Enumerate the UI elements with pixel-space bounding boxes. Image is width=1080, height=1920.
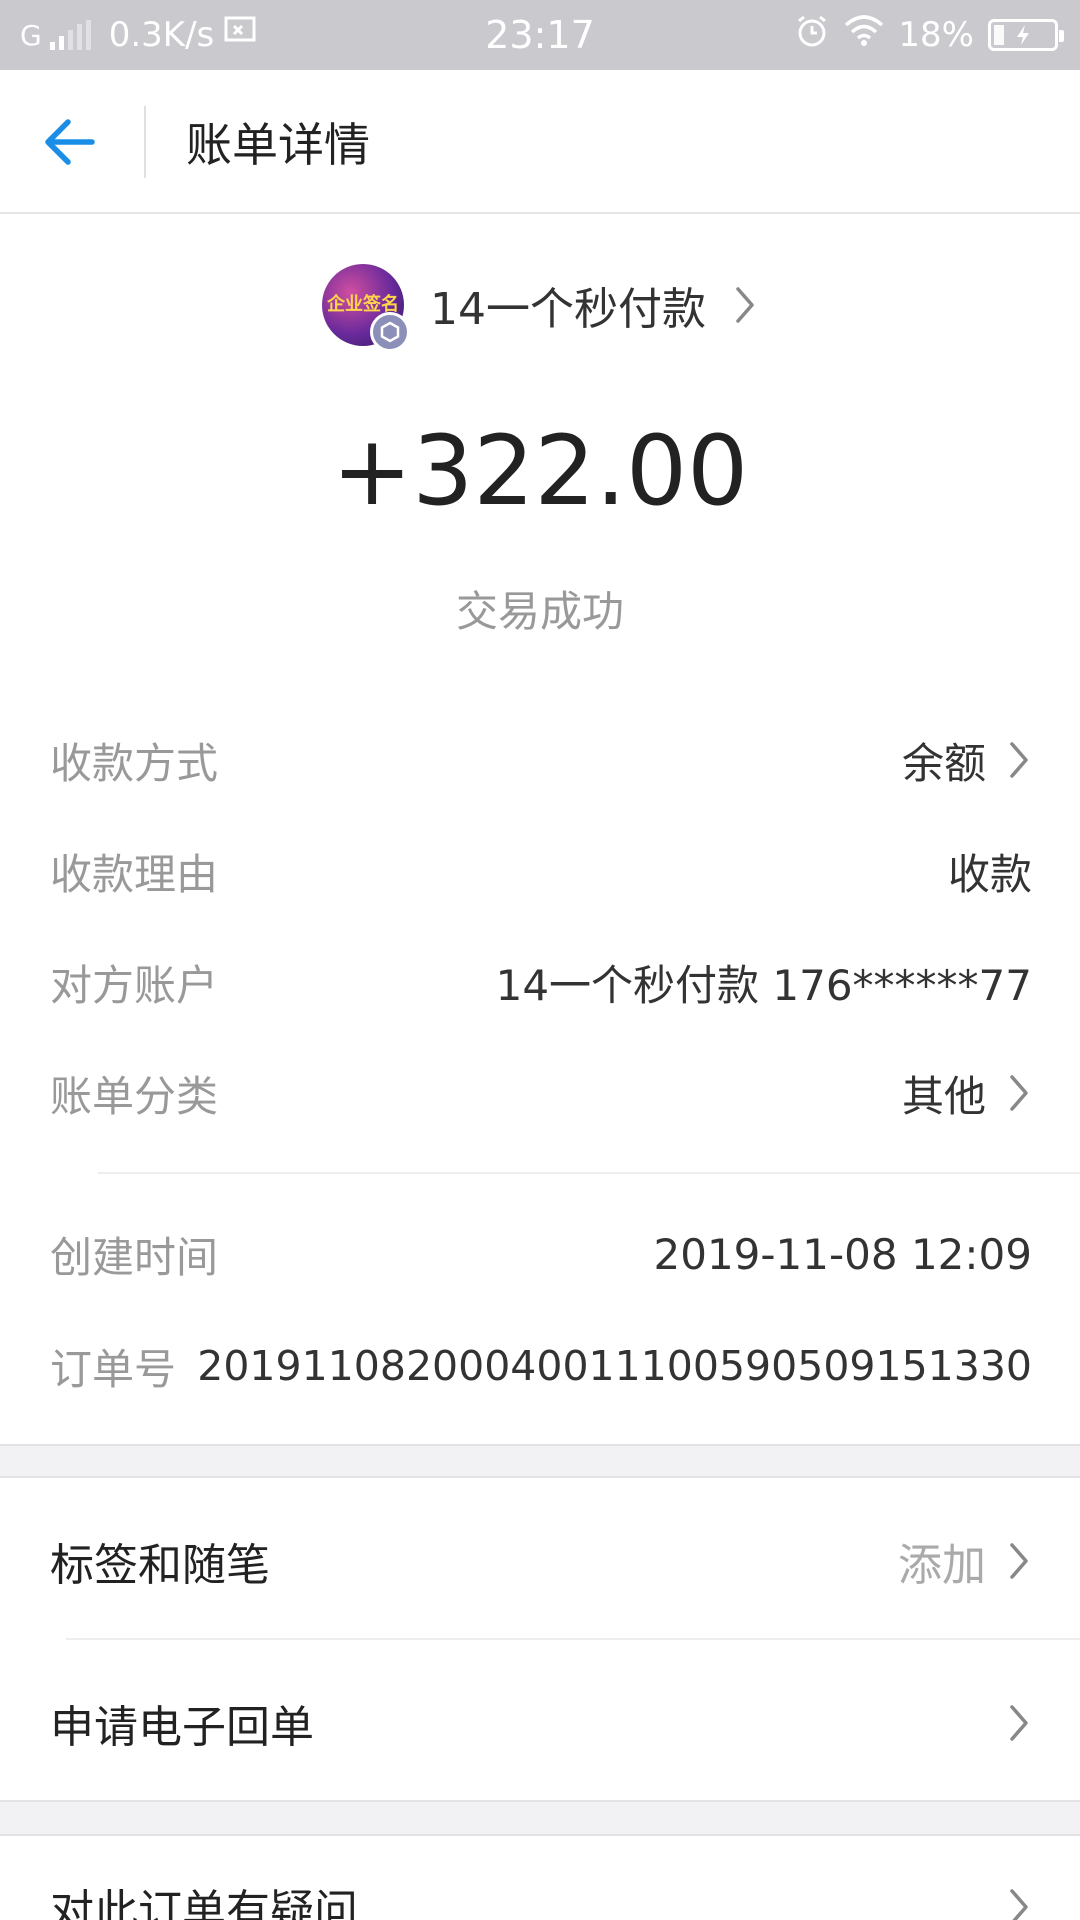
merchant-badge-icon	[370, 312, 410, 352]
battery-icon	[988, 19, 1064, 51]
order-number-value: 20191108200040011100590509151330	[197, 1342, 1032, 1390]
chevron-right-icon	[1006, 1701, 1032, 1745]
detail-row-order-number: 订单号 20191108200040011100590509151330	[50, 1336, 1032, 1396]
page-title: 账单详情	[186, 118, 370, 172]
chevron-right-icon	[732, 283, 758, 327]
avatar: 企业签名	[322, 264, 410, 352]
detail-row-payment-method[interactable]: 收款方式 余额	[50, 730, 1032, 790]
row-label: 账单分类	[50, 1071, 219, 1121]
divider	[98, 1172, 1080, 1174]
header-divider	[144, 106, 146, 178]
detail-row-category[interactable]: 账单分类 其他	[50, 1063, 1032, 1123]
row-value: 其他	[902, 1063, 1032, 1124]
reason-value: 收款	[947, 849, 1032, 899]
header: 账单详情	[0, 70, 1080, 214]
detail-row-counterparty: 对方账户 14一个秒付款 176******77	[50, 952, 1032, 1012]
tags-notes-action: 添加	[898, 1529, 1032, 1593]
chevron-right-icon	[1006, 1539, 1032, 1583]
transaction-status: 交易成功	[455, 587, 624, 636]
back-arrow-icon	[45, 119, 95, 165]
created-time-value: 2019-11-08 12:09	[653, 1229, 1032, 1279]
status-right: 18%	[794, 0, 1064, 70]
tags-notes-label: 标签和随笔	[50, 1540, 270, 1591]
add-tag-text: 添加	[898, 1540, 986, 1591]
row-label: 收款理由	[50, 849, 219, 899]
status-bar: G 0.3K/s 23:17 18%	[0, 0, 1080, 70]
row-value: 余额	[902, 730, 1032, 791]
detail-row-created-time: 创建时间 2019-11-08 12:09	[50, 1224, 1032, 1284]
battery-percent: 18%	[898, 15, 974, 55]
row-label: 创建时间	[50, 1232, 219, 1282]
e-receipt-label: 申请电子回单	[50, 1702, 314, 1753]
payee-link[interactable]: 企业签名 14一个秒付款	[0, 262, 1080, 352]
alarm-icon	[794, 13, 830, 58]
payment-method-value: 余额	[901, 738, 986, 788]
counterparty-value: 14一个秒付款 176******77	[495, 960, 1032, 1010]
wifi-icon	[844, 14, 884, 56]
chevron-right-icon	[1006, 1885, 1032, 1920]
section-gap	[0, 1444, 1080, 1478]
divider	[66, 1638, 1080, 1640]
e-receipt-row[interactable]: 申请电子回单	[50, 1678, 1032, 1768]
category-value: 其他	[901, 1071, 986, 1121]
order-question-label: 对此订单有疑问	[50, 1886, 358, 1920]
row-label: 收款方式	[50, 738, 219, 788]
tags-notes-row[interactable]: 标签和随笔 添加	[50, 1516, 1032, 1606]
back-button[interactable]	[40, 112, 100, 172]
payee-name: 14一个秒付款	[430, 284, 706, 335]
chevron-right-icon	[1006, 1071, 1032, 1115]
section-gap	[0, 1800, 1080, 1836]
amount: +322.00	[331, 415, 749, 527]
row-label: 对方账户	[50, 960, 219, 1010]
battery-level	[994, 25, 1004, 45]
detail-row-reason: 收款理由 收款	[50, 841, 1032, 901]
chevron-right-icon	[1006, 738, 1032, 782]
row-label: 订单号	[50, 1344, 177, 1394]
order-question-row[interactable]: 对此订单有疑问	[50, 1862, 1032, 1920]
